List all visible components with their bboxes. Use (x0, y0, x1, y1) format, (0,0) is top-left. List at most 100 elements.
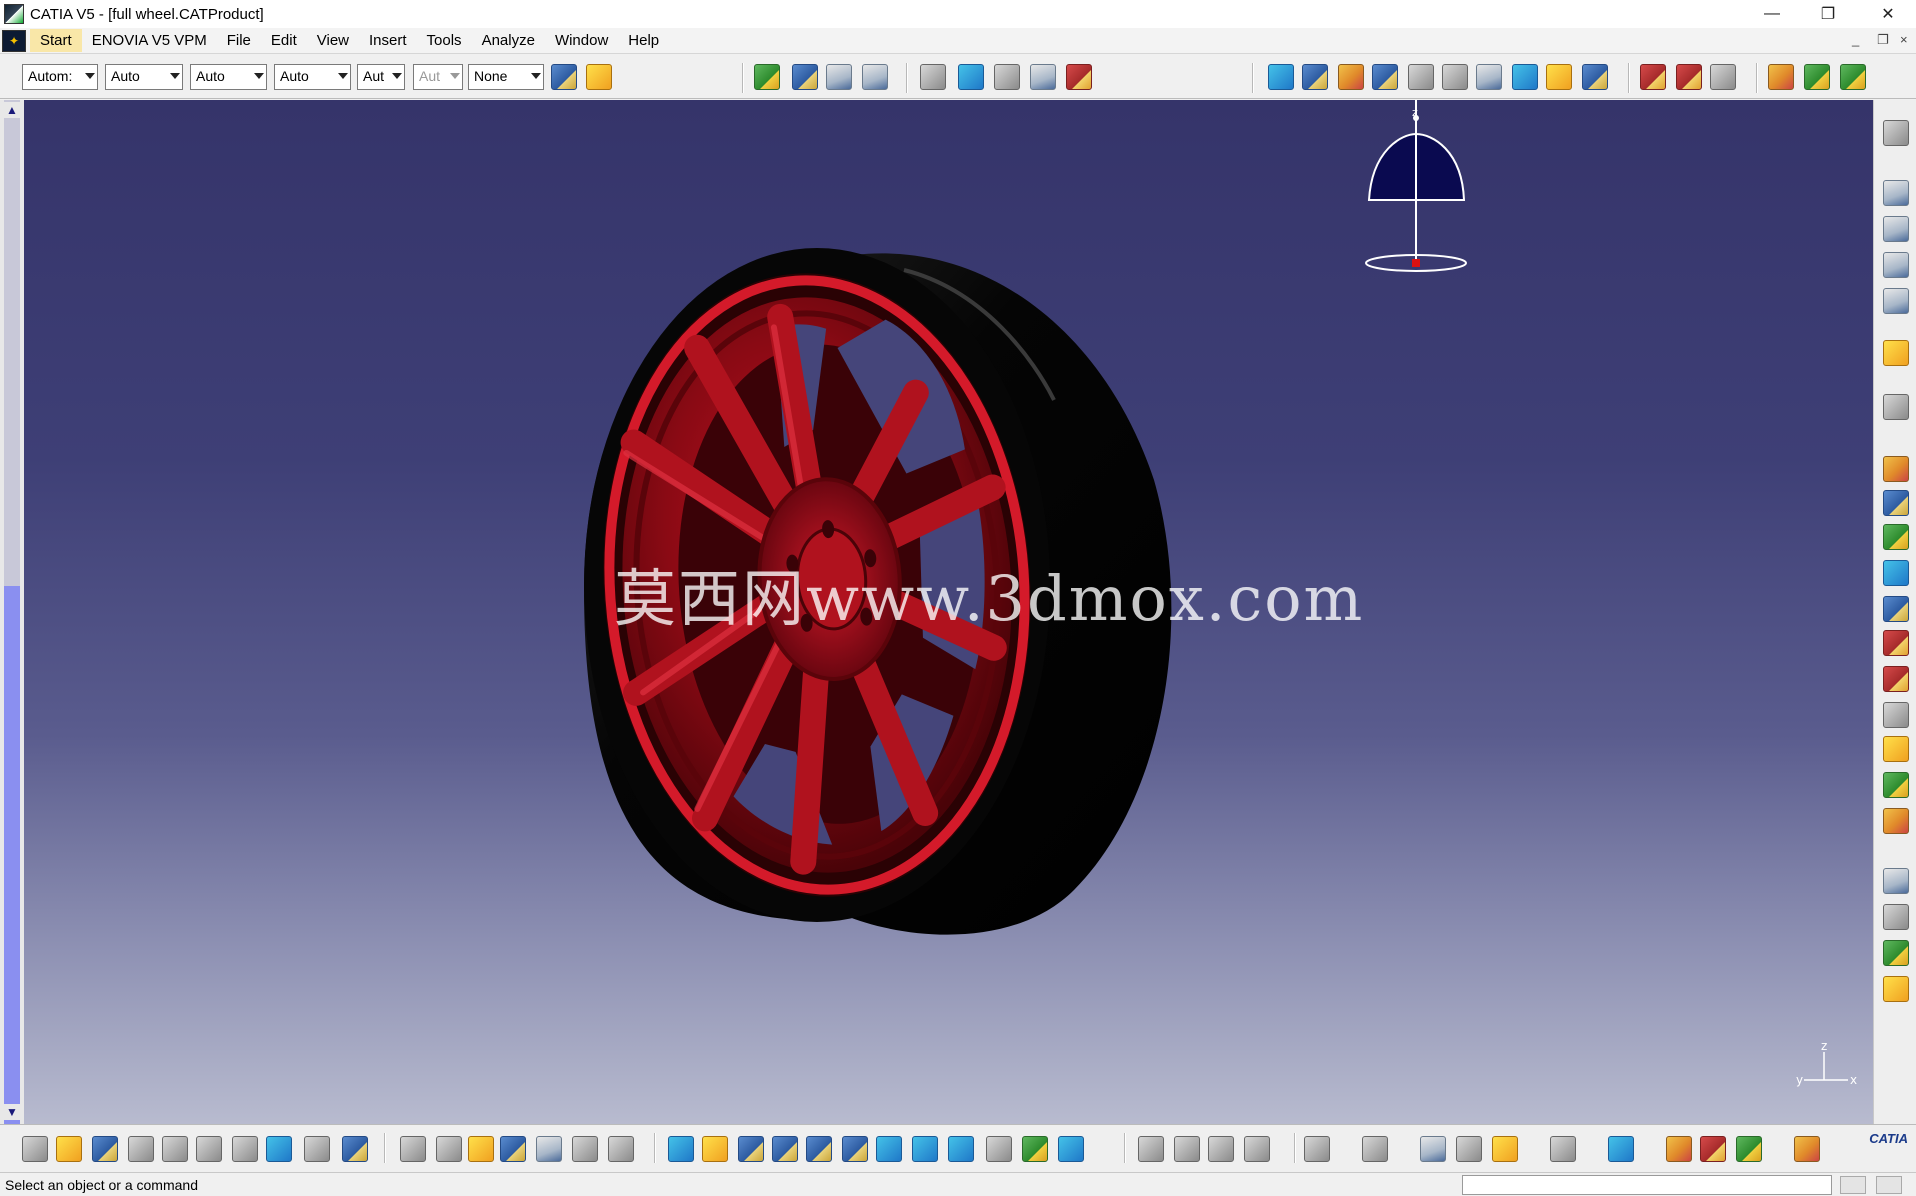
cycle-icon[interactable] (1550, 1136, 1576, 1162)
doc-restore-button[interactable]: ❐ (1877, 32, 1889, 48)
paste-icon[interactable] (232, 1136, 258, 1162)
assembly-features-icon[interactable] (1883, 976, 1909, 1002)
rendering-style-combo[interactable]: Aut (413, 64, 463, 90)
measure-between-icon[interactable] (1420, 1136, 1446, 1162)
copy-icon[interactable] (196, 1136, 222, 1162)
anchor-constraint-icon[interactable] (1442, 64, 1468, 90)
measure-item-icon[interactable] (1456, 1136, 1482, 1162)
list-icon[interactable] (608, 1136, 634, 1162)
new-component-icon[interactable] (754, 64, 780, 90)
painter-icon[interactable] (551, 64, 577, 90)
quick-view-icon[interactable] (948, 1136, 974, 1162)
existing-component-icon[interactable] (862, 64, 888, 90)
constraint-coincidence-icon[interactable] (1883, 456, 1909, 482)
constraint-angle-icon[interactable] (1883, 560, 1909, 586)
vertical-scrollbar[interactable]: ▲ ▼ (0, 100, 24, 1124)
publish-icon[interactable] (1804, 64, 1830, 90)
constraint-offset-icon[interactable] (1883, 524, 1909, 550)
scene-icon[interactable] (1640, 64, 1666, 90)
fix-together-icon[interactable] (1883, 630, 1909, 656)
cut-icon[interactable] (162, 1136, 188, 1162)
fit-all-in-icon[interactable] (702, 1136, 728, 1162)
redo-icon[interactable] (304, 1136, 330, 1162)
swap-visible-space-icon[interactable] (1058, 1136, 1084, 1162)
menu-analyze[interactable]: Analyze (472, 29, 545, 52)
capture-camera-icon[interactable] (1304, 1136, 1330, 1162)
layer-combo[interactable]: None (468, 64, 544, 90)
status-icon-1[interactable] (1840, 1176, 1866, 1194)
law-icon[interactable] (536, 1136, 562, 1162)
knowledge-icon[interactable] (436, 1136, 462, 1162)
view-mode-icon[interactable] (986, 1136, 1012, 1162)
catia-app-icon[interactable] (4, 4, 24, 24)
select-arrow-icon[interactable] (1883, 340, 1909, 366)
zoom-in-icon[interactable] (1883, 252, 1909, 278)
manipulation-icon[interactable] (1302, 64, 1328, 90)
fly-icon[interactable] (668, 1136, 694, 1162)
new-file-icon[interactable] (22, 1136, 48, 1162)
quick-constraint-icon[interactable] (1883, 666, 1909, 692)
design-table-icon[interactable] (500, 1136, 526, 1162)
zoom-in-view-icon[interactable] (806, 1136, 832, 1162)
reload-icon[interactable] (1546, 64, 1572, 90)
reorder-icon[interactable] (1512, 64, 1538, 90)
menu-view[interactable]: View (307, 29, 359, 52)
save-icon[interactable] (92, 1136, 118, 1162)
fix-constraint-icon[interactable] (1408, 64, 1434, 90)
measure-icon[interactable] (1476, 64, 1502, 90)
print-icon[interactable] (128, 1136, 154, 1162)
doc-minimize-button[interactable]: _ (1852, 32, 1859, 47)
sectioning-icon[interactable] (1066, 64, 1092, 90)
flexible-subassembly-icon[interactable] (1883, 702, 1909, 728)
apply-material-icon[interactable] (586, 64, 612, 90)
restore-button[interactable]: ❐ (1800, 0, 1856, 28)
multi-instantiation-icon[interactable] (1582, 64, 1608, 90)
stop-manipulate-icon[interactable] (1372, 64, 1398, 90)
constraint-contact-icon[interactable] (1883, 490, 1909, 516)
open-file-icon[interactable] (56, 1136, 82, 1162)
doc-close-button[interactable]: × (1900, 32, 1908, 47)
zoom-out-icon[interactable] (1883, 288, 1909, 314)
save-management-icon[interactable] (1840, 64, 1866, 90)
weld-feature-icon[interactable] (1030, 64, 1056, 90)
distance-analysis-icon[interactable] (1883, 940, 1909, 966)
3d-viewport[interactable]: z z x y 莫西网www.3dmox.com (24, 100, 1873, 1124)
apply-material-bottom-icon[interactable] (1666, 1136, 1692, 1162)
change-constraint-icon[interactable] (1883, 736, 1909, 762)
menu-enovia[interactable]: ENOVIA V5 VPM (82, 29, 217, 52)
menu-tools[interactable]: Tools (417, 29, 472, 52)
menu-edit[interactable]: Edit (261, 29, 307, 52)
line-type-combo[interactable]: Auto (274, 64, 351, 90)
reuse-pattern-icon[interactable] (1883, 772, 1909, 798)
scroll-up-arrow-icon[interactable]: ▲ (4, 102, 20, 118)
insert-icon[interactable] (1208, 1136, 1234, 1162)
clash-analysis-icon[interactable] (1883, 868, 1909, 894)
undo-icon[interactable] (266, 1136, 292, 1162)
fit-all-icon[interactable] (1883, 120, 1909, 146)
menu-start[interactable]: Start (30, 29, 82, 52)
sectioning-tool-icon[interactable] (1883, 904, 1909, 930)
menu-window[interactable]: Window (545, 29, 618, 52)
close-button[interactable]: ✕ (1860, 0, 1916, 28)
explode-icon[interactable] (1338, 64, 1364, 90)
constraint-options-icon[interactable] (1883, 808, 1909, 834)
flag-note-icon[interactable] (994, 64, 1020, 90)
parameters-icon[interactable] (572, 1136, 598, 1162)
scroll-down-arrow-icon[interactable]: ▼ (4, 1104, 20, 1120)
tree-expansion-icon[interactable] (1362, 1136, 1388, 1162)
update-icon[interactable] (1268, 64, 1294, 90)
move-icon[interactable] (1174, 1136, 1200, 1162)
rotate-icon[interactable] (1883, 216, 1909, 242)
pan-view-icon[interactable] (738, 1136, 764, 1162)
hide-show-icon[interactable] (1022, 1136, 1048, 1162)
catia-compass-logo-icon[interactable]: ✦ (2, 29, 26, 52)
formula-icon[interactable] (400, 1136, 426, 1162)
color-combo[interactable]: Autom: (22, 64, 98, 90)
point-type-combo[interactable]: Aut (357, 64, 405, 90)
grid-icon[interactable] (1794, 1136, 1820, 1162)
minimize-button[interactable]: — (1744, 0, 1800, 28)
normal-view-icon[interactable] (876, 1136, 902, 1162)
shading-icon[interactable] (1736, 1136, 1762, 1162)
transparency-combo[interactable]: Auto (105, 64, 183, 90)
fly-mode-icon[interactable] (1883, 394, 1909, 420)
